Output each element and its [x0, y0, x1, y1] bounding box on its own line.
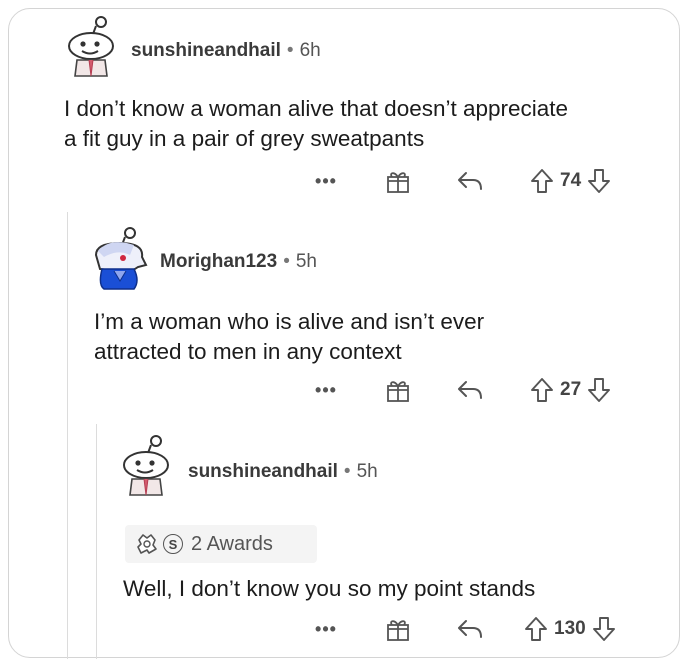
- timestamp[interactable]: 5h: [357, 461, 378, 482]
- downvote-arrow-icon[interactable]: [587, 377, 611, 403]
- comment-body: I’m a woman who is alive and isn’t ever …: [94, 307, 654, 367]
- awards-label: 2 Awards: [191, 532, 273, 555]
- snoo-avatar-blue-icon[interactable]: [90, 225, 148, 290]
- reply-arrow-icon: [458, 620, 482, 638]
- comment-body: I don’t know a woman alive that doesn’t …: [64, 94, 674, 154]
- downvote-arrow-icon[interactable]: [587, 168, 611, 194]
- comment-body-line: Well, I don’t know you so my point stand…: [123, 576, 536, 601]
- comment-body-line: I don’t know a woman alive that doesn’t …: [64, 96, 569, 121]
- more-options-button[interactable]: •••: [306, 375, 346, 405]
- upvote-arrow-icon[interactable]: [530, 168, 554, 194]
- comment-body-line: attracted to men in any context: [94, 339, 402, 364]
- reply-arrow-icon: [458, 172, 482, 190]
- snoo-avatar-icon[interactable]: [118, 433, 176, 496]
- comment-meta: Morighan123 • 5h: [160, 251, 317, 273]
- username[interactable]: Morighan123: [160, 251, 277, 272]
- snoo-avatar-icon[interactable]: [63, 14, 121, 77]
- comment-body: Well, I don’t know you so my point stand…: [123, 574, 663, 604]
- give-award-button[interactable]: [383, 375, 413, 405]
- vote-controls: 130: [524, 614, 649, 644]
- reply-button[interactable]: [455, 375, 485, 405]
- more-options-button[interactable]: •••: [306, 166, 346, 196]
- meta-separator: •: [283, 251, 290, 272]
- thread-line-level-1[interactable]: [67, 212, 68, 659]
- username[interactable]: sunshineandhail: [131, 40, 281, 61]
- vote-score: 130: [554, 618, 586, 639]
- username[interactable]: sunshineandhail: [188, 461, 338, 482]
- vote-controls: 27: [530, 375, 645, 405]
- vote-controls: 74: [530, 166, 645, 196]
- more-options-button[interactable]: •••: [306, 614, 346, 644]
- silver-coin-icon: S: [163, 534, 183, 554]
- give-award-button[interactable]: [383, 166, 413, 196]
- comment-body-line: a fit guy in a pair of grey sweatpants: [64, 126, 425, 151]
- timestamp[interactable]: 5h: [296, 251, 317, 272]
- comment-meta: sunshineandhail • 6h: [131, 40, 321, 62]
- timestamp[interactable]: 6h: [300, 40, 321, 61]
- awards-badge[interactable]: S 2 Awards: [125, 525, 317, 563]
- comment-meta: sunshineandhail • 5h: [188, 461, 378, 483]
- vote-score: 74: [560, 170, 582, 191]
- comment-actions: ••• 74: [0, 166, 688, 196]
- award-icon: [137, 534, 157, 554]
- downvote-arrow-icon[interactable]: [592, 616, 616, 642]
- reply-button[interactable]: [455, 614, 485, 644]
- gift-icon: [387, 381, 409, 402]
- reply-button[interactable]: [455, 166, 485, 196]
- comment-actions: ••• 27: [0, 375, 688, 405]
- meta-separator: •: [286, 40, 294, 61]
- comment-actions: ••• 130: [0, 614, 688, 644]
- gift-icon: [387, 620, 409, 641]
- gift-icon: [387, 172, 409, 193]
- comment-body-line: I’m a woman who is alive and isn’t ever: [94, 309, 485, 334]
- give-award-button[interactable]: [383, 614, 413, 644]
- vote-score: 27: [560, 379, 582, 400]
- reply-arrow-icon: [458, 381, 482, 399]
- upvote-arrow-icon[interactable]: [530, 377, 554, 403]
- upvote-arrow-icon[interactable]: [524, 616, 548, 642]
- meta-separator: •: [343, 461, 351, 482]
